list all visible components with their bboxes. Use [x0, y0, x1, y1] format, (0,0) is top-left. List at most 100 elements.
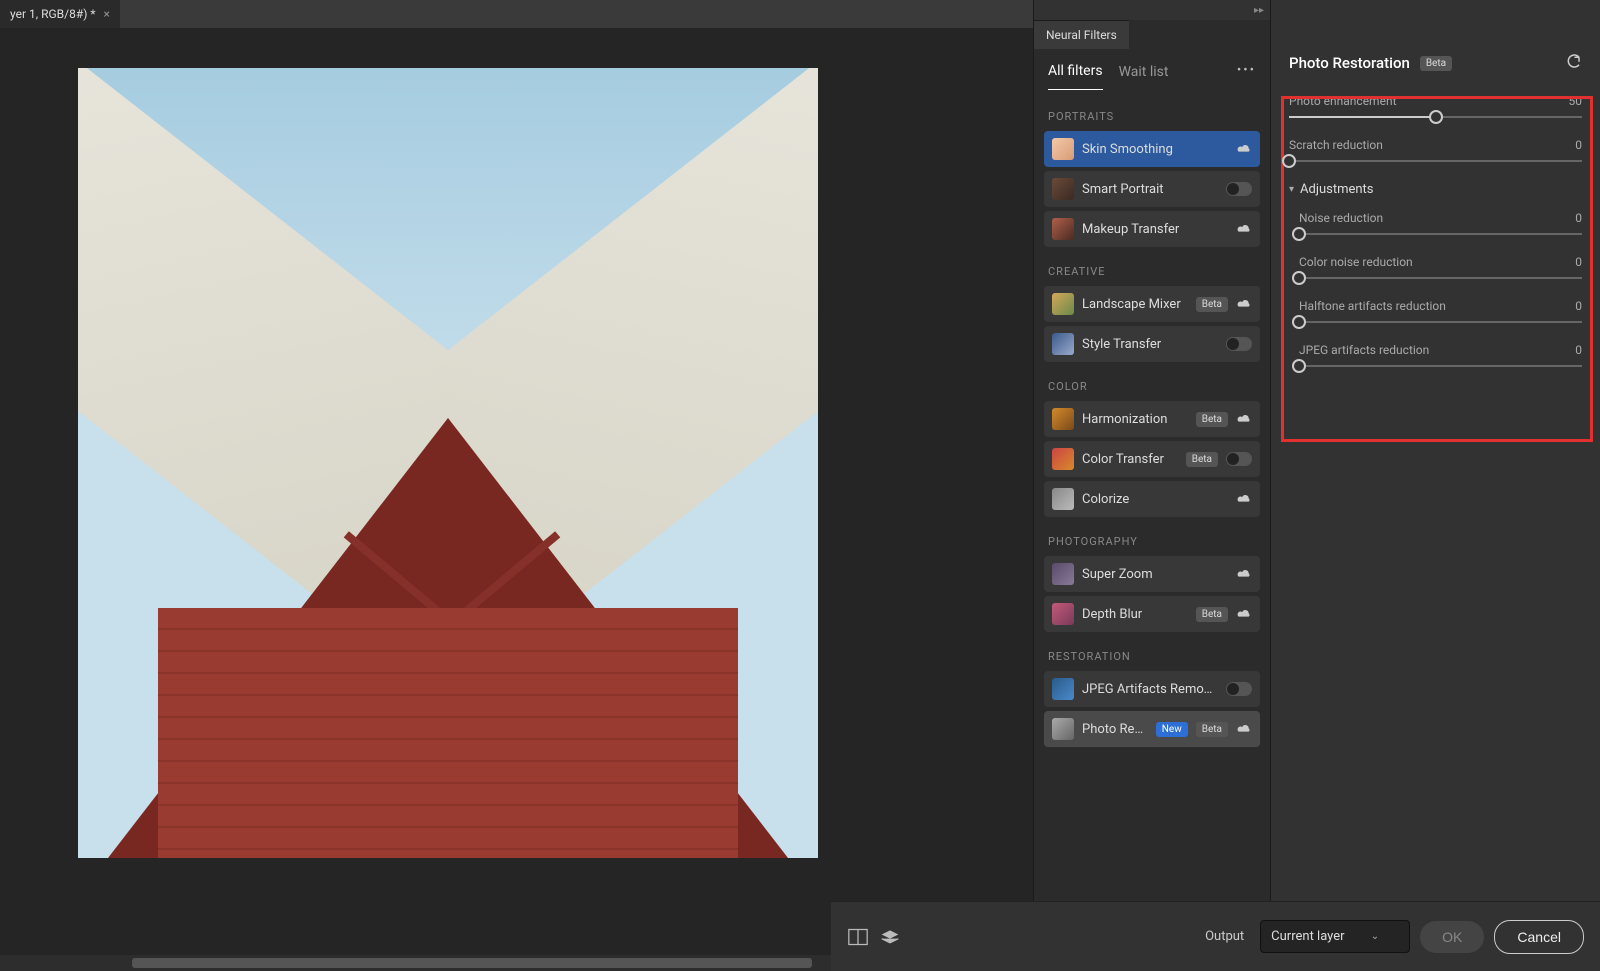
filter-thumb-icon: [1052, 138, 1074, 160]
document-tab[interactable]: yer 1, RGB/8#) * ×: [0, 0, 120, 28]
slider-value: 50: [1569, 94, 1583, 108]
settings-title: Photo Restoration: [1289, 54, 1410, 72]
beta-badge: Beta: [1196, 297, 1228, 312]
slider-value: 0: [1575, 299, 1582, 313]
close-icon[interactable]: ×: [104, 7, 110, 21]
beta-badge: Beta: [1420, 56, 1452, 71]
filter-landscape-mixer[interactable]: Landscape Mixer Beta: [1044, 286, 1260, 322]
neural-filters-tab[interactable]: Neural Filters: [1034, 20, 1129, 49]
filter-photo-restoration[interactable]: Photo Res... New Beta: [1044, 711, 1260, 747]
filter-thumb-icon: [1052, 603, 1074, 625]
filter-smart-portrait[interactable]: Smart Portrait: [1044, 171, 1260, 207]
layers-icon[interactable]: [879, 926, 901, 948]
filter-label: JPEG Artifacts Removal: [1082, 682, 1218, 697]
output-value: Current layer: [1271, 929, 1344, 944]
slider-label: Color noise reduction: [1299, 255, 1413, 269]
settings-header: Photo Restoration Beta: [1271, 36, 1600, 86]
filter-jpeg-artifacts-removal[interactable]: JPEG Artifacts Removal: [1044, 671, 1260, 707]
new-badge: New: [1156, 722, 1188, 737]
slider-scratch-reduction[interactable]: Scratch reduction 0: [1289, 138, 1582, 162]
cloud-download-icon[interactable]: [1236, 223, 1252, 235]
canvas-area: yer 1, RGB/8#) * ×: [0, 0, 1033, 971]
footer-bar: Output Current layer ⌄ OK Cancel: [831, 901, 1600, 971]
filter-label: Harmonization: [1082, 412, 1188, 427]
slider-label: Photo enhancement: [1289, 94, 1397, 108]
filter-colorize[interactable]: Colorize: [1044, 481, 1260, 517]
canvas-viewport[interactable]: [0, 28, 1033, 955]
document-tab-bar: yer 1, RGB/8#) * ×: [0, 0, 1033, 28]
adjustments-toggle[interactable]: ▾ Adjustments: [1289, 182, 1582, 197]
filter-label: Makeup Transfer: [1082, 222, 1228, 237]
slider-value: 0: [1575, 255, 1582, 269]
filter-label: Colorize: [1082, 492, 1228, 507]
filter-harmonization[interactable]: Harmonization Beta: [1044, 401, 1260, 437]
filter-thumb-icon: [1052, 678, 1074, 700]
filter-thumb-icon: [1052, 293, 1074, 315]
filter-label: Style Transfer: [1082, 337, 1218, 352]
chevron-down-icon: ▾: [1289, 184, 1294, 195]
beta-badge: Beta: [1186, 452, 1218, 467]
slider-label: JPEG artifacts reduction: [1299, 343, 1429, 357]
filter-toggle[interactable]: [1226, 682, 1252, 696]
slider-value: 0: [1575, 343, 1582, 357]
filter-super-zoom[interactable]: Super Zoom: [1044, 556, 1260, 592]
filter-settings-panel: Photo Restoration Beta Photo enhancement…: [1270, 0, 1600, 971]
beta-badge: Beta: [1196, 722, 1228, 737]
cloud-download-icon[interactable]: [1236, 723, 1252, 735]
cloud-download-icon[interactable]: [1236, 608, 1252, 620]
output-label: Output: [1205, 929, 1244, 944]
preview-split-icon[interactable]: [847, 926, 869, 948]
ok-button[interactable]: OK: [1420, 921, 1484, 953]
filter-label: Depth Blur: [1082, 607, 1188, 622]
filter-thumb-icon: [1052, 408, 1074, 430]
tab-all-filters[interactable]: All filters: [1048, 63, 1103, 90]
section-title-restoration: RESTORATION: [1044, 636, 1260, 671]
collapse-icon[interactable]: ▸▸: [1254, 5, 1270, 16]
filter-color-transfer[interactable]: Color Transfer Beta: [1044, 441, 1260, 477]
tab-wait-list[interactable]: Wait list: [1119, 64, 1169, 90]
document-image: [78, 68, 818, 858]
filter-thumb-icon: [1052, 563, 1074, 585]
slider-value: 0: [1575, 138, 1582, 152]
filter-label: Smart Portrait: [1082, 182, 1218, 197]
output-select[interactable]: Current layer ⌄: [1260, 920, 1410, 953]
filter-label: Color Transfer: [1082, 452, 1178, 467]
reset-icon[interactable]: [1564, 54, 1582, 72]
filter-label: Landscape Mixer: [1082, 297, 1188, 312]
filter-thumb-icon: [1052, 448, 1074, 470]
document-tab-title: yer 1, RGB/8#) *: [10, 7, 96, 21]
adjustments-label: Adjustments: [1300, 182, 1374, 197]
neural-filters-panel: ▸▸ Neural Filters All filters Wait list …: [1033, 0, 1270, 971]
filter-toggle[interactable]: [1226, 182, 1252, 196]
section-title-photography: PHOTOGRAPHY: [1044, 521, 1260, 556]
cloud-download-icon[interactable]: [1236, 143, 1252, 155]
filter-skin-smoothing[interactable]: Skin Smoothing: [1044, 131, 1260, 167]
section-title-portraits: PORTRAITS: [1044, 96, 1260, 131]
filter-thumb-icon: [1052, 178, 1074, 200]
filter-label: Skin Smoothing: [1082, 142, 1228, 157]
chevron-down-icon: ⌄: [1371, 931, 1379, 942]
beta-badge: Beta: [1196, 412, 1228, 427]
cloud-download-icon[interactable]: [1236, 413, 1252, 425]
filter-thumb-icon: [1052, 718, 1074, 740]
slider-label: Scratch reduction: [1289, 138, 1383, 152]
slider-halftone-reduction[interactable]: Halftone artifacts reduction 0: [1299, 299, 1582, 323]
slider-noise-reduction[interactable]: Noise reduction 0: [1299, 211, 1582, 235]
slider-color-noise-reduction[interactable]: Color noise reduction 0: [1299, 255, 1582, 279]
filter-style-transfer[interactable]: Style Transfer: [1044, 326, 1260, 362]
section-title-creative: CREATIVE: [1044, 251, 1260, 286]
slider-photo-enhancement[interactable]: Photo enhancement 50: [1289, 94, 1582, 118]
slider-jpeg-artifacts-reduction[interactable]: JPEG artifacts reduction 0: [1299, 343, 1582, 367]
filter-makeup-transfer[interactable]: Makeup Transfer: [1044, 211, 1260, 247]
filter-thumb-icon: [1052, 488, 1074, 510]
cloud-download-icon[interactable]: [1236, 298, 1252, 310]
cancel-button[interactable]: Cancel: [1494, 920, 1584, 954]
filter-toggle[interactable]: [1226, 337, 1252, 351]
cloud-download-icon[interactable]: [1236, 568, 1252, 580]
filter-toggle[interactable]: [1226, 452, 1252, 466]
more-icon[interactable]: •••: [1237, 63, 1256, 78]
filter-thumb-icon: [1052, 218, 1074, 240]
beta-badge: Beta: [1196, 607, 1228, 622]
filter-depth-blur[interactable]: Depth Blur Beta: [1044, 596, 1260, 632]
cloud-download-icon[interactable]: [1236, 493, 1252, 505]
